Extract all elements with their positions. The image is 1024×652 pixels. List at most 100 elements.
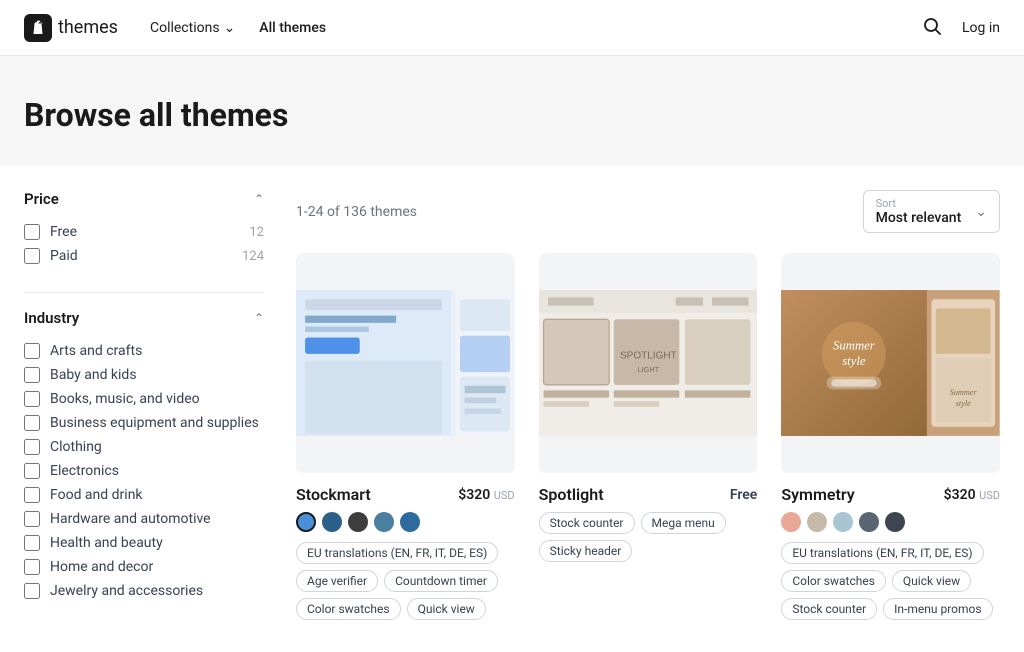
theme-card-symmetry: Summer style Summer style Symmetry $320 … [781, 253, 1000, 628]
shopify-bag-icon [24, 14, 52, 42]
nav-all-themes[interactable]: All themes [259, 20, 326, 36]
industry-filter-section: Industry ⌃ Arts and crafts Baby and kids… [24, 309, 264, 603]
industry-label-8: Health and beauty [50, 535, 264, 551]
free-label: Free [50, 224, 239, 240]
search-icon[interactable] [922, 16, 942, 40]
theme-tags: EU translations (EN, FR, IT, DE, ES)Colo… [781, 542, 1000, 620]
color-option-3[interactable] [374, 512, 394, 532]
theme-tag[interactable]: Age verifier [296, 570, 378, 592]
industry-checkbox-7[interactable] [24, 511, 40, 527]
color-option-4[interactable] [400, 512, 420, 532]
free-count: 12 [249, 225, 264, 240]
navbar: themes Collections ⌄ All themes Log in [0, 0, 1024, 56]
theme-tag[interactable]: Countdown timer [384, 570, 498, 592]
filter-item-free: Free 12 [24, 220, 264, 244]
industry-filter-header: Industry ⌃ [24, 309, 264, 327]
theme-grid: Stockmart $320 USD EU translations (EN, … [296, 253, 1000, 628]
color-option-2[interactable] [833, 512, 853, 532]
color-option-0[interactable] [296, 512, 316, 532]
industry-checkbox-6[interactable] [24, 487, 40, 503]
theme-colors [296, 512, 515, 532]
industry-chevron-icon[interactable]: ⌃ [254, 311, 264, 325]
industry-label-6: Food and drink [50, 487, 264, 503]
industry-checkbox-2[interactable] [24, 391, 40, 407]
industry-checkbox-4[interactable] [24, 439, 40, 455]
nav-links: Collections ⌄ All themes [150, 20, 326, 36]
industry-checkbox-3[interactable] [24, 415, 40, 431]
theme-tag[interactable]: Stock counter [539, 512, 635, 534]
main-layout: Price ⌃ Free 12 Paid 124 Industry ⌃ [0, 166, 1024, 652]
industry-checkbox-0[interactable] [24, 343, 40, 359]
color-option-3[interactable] [859, 512, 879, 532]
filter-item-industry-4: Clothing [24, 435, 264, 459]
filter-item-industry-3: Business equipment and supplies [24, 411, 264, 435]
svg-text:SPOTLIGHT: SPOTLIGHT [620, 350, 677, 361]
paid-checkbox[interactable] [24, 248, 40, 264]
sort-chevron-icon: ⌄ [975, 204, 987, 220]
theme-tag[interactable]: Mega menu [641, 512, 726, 534]
color-option-2[interactable] [348, 512, 368, 532]
industry-checkbox-9[interactable] [24, 559, 40, 575]
theme-name-row: Spotlight Free [539, 485, 758, 504]
theme-tag[interactable]: Color swatches [781, 570, 886, 592]
filter-item-industry-9: Home and decor [24, 555, 264, 579]
svg-text:Summer: Summer [833, 338, 875, 352]
color-option-4[interactable] [885, 512, 905, 532]
filter-item-industry-6: Food and drink [24, 483, 264, 507]
filter-item-industry-1: Baby and kids [24, 363, 264, 387]
sort-dropdown[interactable]: Sort Most relevant ⌄ [863, 190, 1000, 233]
color-option-1[interactable] [807, 512, 827, 532]
login-link[interactable]: Log in [962, 20, 1000, 36]
theme-thumbnail[interactable]: SPOTLIGHT LIGHT [539, 253, 758, 473]
logo[interactable]: themes [24, 14, 118, 42]
theme-thumbnail[interactable]: Summer style Summer style [781, 253, 1000, 473]
filter-item-industry-2: Books, music, and video [24, 387, 264, 411]
free-checkbox[interactable] [24, 224, 40, 240]
nav-collections[interactable]: Collections ⌄ [150, 20, 235, 36]
theme-tag[interactable]: Quick view [407, 598, 486, 620]
price-chevron-icon[interactable]: ⌃ [254, 192, 264, 206]
industry-label-1: Baby and kids [50, 367, 264, 383]
filter-item-paid: Paid 124 [24, 244, 264, 268]
theme-tag[interactable]: In-menu promos [883, 598, 992, 620]
theme-name: Stockmart [296, 485, 371, 504]
paid-label: Paid [50, 248, 232, 264]
industry-checkbox-8[interactable] [24, 535, 40, 551]
logo-text: themes [58, 17, 118, 38]
industry-label-10: Jewelry and accessories [50, 583, 264, 599]
price-filter-header: Price ⌃ [24, 190, 264, 208]
filter-item-industry-10: Jewelry and accessories [24, 579, 264, 603]
theme-tag[interactable]: Quick view [892, 570, 971, 592]
theme-tag[interactable]: Stock counter [781, 598, 877, 620]
theme-tags: Stock counter Mega menu Sticky header [539, 512, 758, 562]
theme-thumbnail[interactable] [296, 253, 515, 473]
theme-card-stockmart: Stockmart $320 USD EU translations (EN, … [296, 253, 515, 628]
industry-label-9: Home and decor [50, 559, 264, 575]
industry-label-2: Books, music, and video [50, 391, 264, 407]
theme-tag[interactable]: Color swatches [296, 598, 401, 620]
price-filter-section: Price ⌃ Free 12 Paid 124 [24, 190, 264, 268]
filter-item-industry-0: Arts and crafts [24, 339, 264, 363]
theme-name-row: Symmetry $320 USD [781, 485, 1000, 504]
nav-actions: Log in [922, 16, 1000, 40]
industry-checkbox-5[interactable] [24, 463, 40, 479]
hero-section: Browse all themes [0, 56, 1024, 166]
industry-checkbox-1[interactable] [24, 367, 40, 383]
color-option-1[interactable] [322, 512, 342, 532]
color-option-0[interactable] [781, 512, 801, 532]
industry-label-4: Clothing [50, 439, 264, 455]
sort-label: Sort [876, 197, 962, 210]
theme-name-row: Stockmart $320 USD [296, 485, 515, 504]
industry-checkbox-10[interactable] [24, 583, 40, 599]
theme-currency: USD [494, 489, 515, 502]
page-title: Browse all themes [24, 96, 1000, 134]
industry-filter-items: Arts and crafts Baby and kids Books, mus… [24, 339, 264, 603]
svg-text:LIGHT: LIGHT [637, 365, 659, 374]
theme-colors [781, 512, 1000, 532]
theme-info: Stockmart $320 USD EU translations (EN, … [296, 473, 515, 628]
industry-label-7: Hardware and automotive [50, 511, 264, 527]
theme-info: Spotlight Free Stock counter Mega menu Sti… [539, 473, 758, 570]
theme-tag[interactable]: Sticky header [539, 540, 633, 562]
theme-price: $320 USD [944, 487, 1000, 503]
results-count: 1-24 of 136 themes [296, 204, 417, 220]
